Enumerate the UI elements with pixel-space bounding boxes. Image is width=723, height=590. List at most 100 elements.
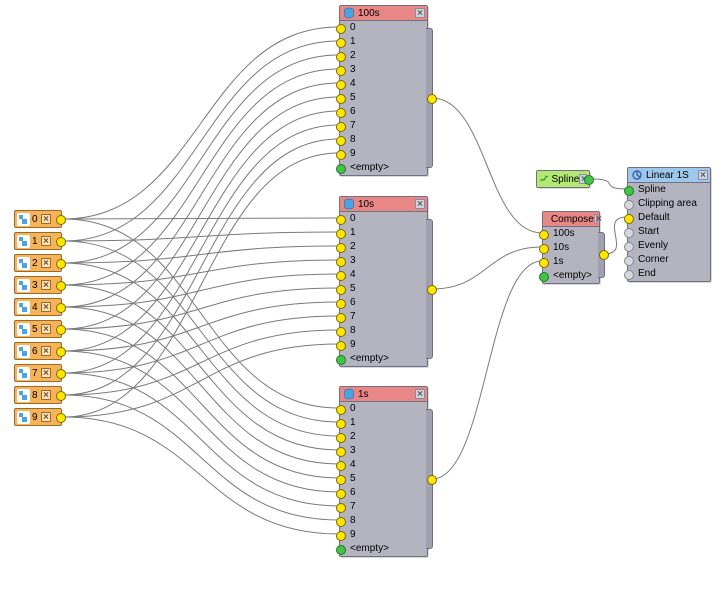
input-port[interactable] [336, 243, 346, 253]
close-icon[interactable] [41, 236, 51, 246]
input-port[interactable] [336, 517, 346, 527]
output-port[interactable] [56, 303, 66, 313]
close-icon[interactable] [41, 346, 51, 356]
input-port[interactable] [336, 419, 346, 429]
source-chip-7[interactable]: 7 [14, 364, 62, 382]
input-port[interactable] [539, 230, 549, 240]
node-header[interactable]: 10s [340, 197, 427, 212]
input-row: 8 [340, 324, 427, 338]
output-port[interactable] [56, 325, 66, 335]
close-icon[interactable] [41, 390, 51, 400]
output-port[interactable] [427, 285, 437, 295]
close-icon[interactable] [41, 280, 51, 290]
input-port[interactable] [336, 489, 346, 499]
close-icon[interactable] [41, 258, 51, 268]
spline-node[interactable]: Spline [536, 170, 590, 188]
input-port[interactable] [539, 258, 549, 268]
input-port[interactable] [336, 122, 346, 132]
node-header[interactable]: Compose [543, 212, 599, 227]
source-chip-5[interactable]: 5 [14, 320, 62, 338]
output-port[interactable] [56, 413, 66, 423]
input-port[interactable] [336, 66, 346, 76]
input-port[interactable] [336, 341, 346, 351]
close-icon[interactable] [415, 8, 425, 18]
input-port[interactable] [336, 271, 346, 281]
source-chip-8[interactable]: 8 [14, 386, 62, 404]
close-icon[interactable] [41, 324, 51, 334]
input-port[interactable] [336, 461, 346, 471]
source-chip-3[interactable]: 3 [14, 276, 62, 294]
selector-node-tens[interactable]: 10s0123456789<empty> [339, 196, 428, 367]
close-icon[interactable] [415, 199, 425, 209]
input-port[interactable] [336, 38, 346, 48]
input-port[interactable] [336, 164, 346, 174]
output-port[interactable] [56, 215, 66, 225]
output-port[interactable] [56, 369, 66, 379]
linear-node[interactable]: Linear 1SSplineClipping areaDefaultStart… [627, 167, 711, 282]
input-port[interactable] [336, 475, 346, 485]
input-port[interactable] [336, 327, 346, 337]
close-icon[interactable] [41, 302, 51, 312]
input-port[interactable] [336, 433, 346, 443]
compose-node[interactable]: Compose100s10s1s<empty> [542, 211, 600, 284]
input-port[interactable] [336, 355, 346, 365]
node-header[interactable]: 1s [340, 387, 427, 402]
input-port[interactable] [336, 80, 346, 90]
input-port[interactable] [336, 313, 346, 323]
output-port[interactable] [599, 250, 609, 260]
input-port[interactable] [336, 94, 346, 104]
source-chip-4[interactable]: 4 [14, 298, 62, 316]
selector-node-ones[interactable]: 1s0123456789<empty> [339, 386, 428, 557]
selector-node-hundreds[interactable]: 100s0123456789<empty> [339, 5, 428, 176]
source-chip-1[interactable]: 1 [14, 232, 62, 250]
input-port[interactable] [624, 256, 634, 266]
input-port[interactable] [336, 503, 346, 513]
input-port[interactable] [336, 447, 346, 457]
output-port[interactable] [56, 259, 66, 269]
node-header[interactable]: Linear 1S [628, 168, 710, 183]
input-port[interactable] [336, 136, 346, 146]
input-port[interactable] [336, 150, 346, 160]
output-port[interactable] [56, 391, 66, 401]
input-port[interactable] [336, 299, 346, 309]
input-port[interactable] [624, 228, 634, 238]
node-header[interactable]: Spline [537, 171, 589, 187]
input-row: 0 [340, 212, 427, 226]
row-label: 6 [350, 106, 356, 117]
source-chip-6[interactable]: 6 [14, 342, 62, 360]
input-port[interactable] [624, 200, 634, 210]
close-icon[interactable] [41, 412, 51, 422]
output-port[interactable] [584, 175, 594, 185]
input-port[interactable] [539, 244, 549, 254]
output-port[interactable] [427, 94, 437, 104]
close-icon[interactable] [41, 368, 51, 378]
input-port[interactable] [336, 531, 346, 541]
input-port[interactable] [336, 405, 346, 415]
close-icon[interactable] [415, 389, 425, 399]
close-icon[interactable] [41, 214, 51, 224]
output-port[interactable] [427, 475, 437, 485]
output-port[interactable] [56, 281, 66, 291]
input-port[interactable] [336, 285, 346, 295]
input-port[interactable] [336, 229, 346, 239]
close-icon[interactable] [698, 170, 708, 180]
input-port[interactable] [336, 108, 346, 118]
input-port[interactable] [624, 214, 634, 224]
input-port[interactable] [624, 186, 634, 196]
input-port[interactable] [336, 52, 346, 62]
input-port[interactable] [539, 272, 549, 282]
input-port[interactable] [624, 270, 634, 280]
object-icon [17, 389, 30, 402]
output-port[interactable] [56, 347, 66, 357]
source-chip-2[interactable]: 2 [14, 254, 62, 272]
source-chip-9[interactable]: 9 [14, 408, 62, 426]
input-port[interactable] [336, 545, 346, 555]
source-chip-0[interactable]: 0 [14, 210, 62, 228]
input-port[interactable] [336, 257, 346, 267]
input-port[interactable] [624, 242, 634, 252]
input-port[interactable] [336, 215, 346, 225]
node-header[interactable]: 100s [340, 6, 427, 21]
output-port[interactable] [56, 237, 66, 247]
input-port[interactable] [336, 24, 346, 34]
close-icon[interactable] [594, 214, 597, 224]
